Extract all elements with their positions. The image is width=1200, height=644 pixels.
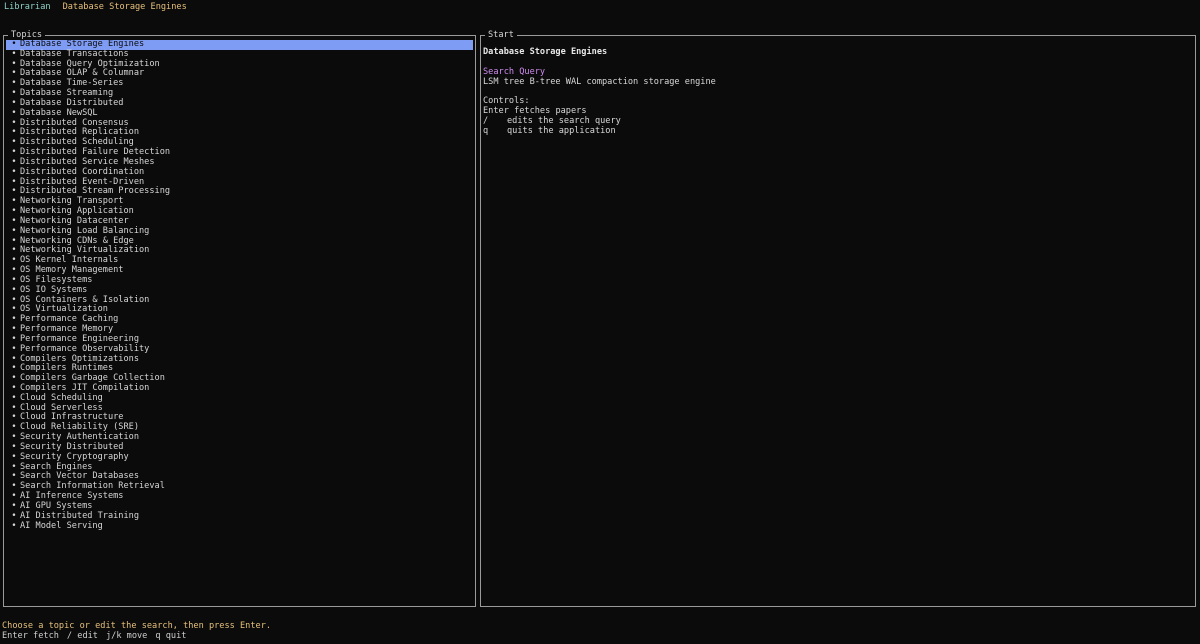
topic-label: Security Distributed	[20, 441, 124, 452]
topic-label: Database Streaming	[20, 88, 114, 99]
topic-label: Cloud Serverless	[20, 402, 103, 413]
topic-label: Database NewSQL	[20, 107, 98, 118]
topic-label: Compilers Runtimes	[20, 363, 114, 374]
current-topic-title: Database Storage Engines	[62, 2, 187, 12]
topic-label: Performance Caching	[20, 314, 119, 325]
topic-label: Networking Application	[20, 206, 134, 217]
start-panel: Start Database Storage Engines Search Qu…	[480, 30, 1196, 607]
topic-label: Networking Transport	[20, 196, 124, 207]
topic-label: Search Vector Databases	[20, 471, 139, 482]
controls-list: Enter fetches papers / edits the search q…	[483, 106, 1191, 137]
topic-label: Distributed Stream Processing	[20, 186, 171, 197]
start-content: Database Storage Engines Search Query LS…	[483, 47, 1191, 137]
control-key: Enter	[483, 106, 509, 117]
topic-label: OS IO Systems	[20, 284, 88, 295]
topic-label: OS Filesystems	[20, 274, 93, 285]
topics-list[interactable]: • Database Storage Engines • Database Trans…	[6, 39, 473, 532]
topic-label: Search Information Retrieval	[20, 481, 165, 492]
topic-label: Distributed Consensus	[20, 117, 129, 128]
topics-panel[interactable]: Topics • Database Storage Engines • Databas…	[3, 30, 476, 607]
topic-label: Database OLAP & Columnar	[20, 68, 145, 79]
topic-label: Search Engines	[20, 461, 93, 472]
topic-label: Cloud Infrastructure	[20, 412, 124, 423]
start-panel-title: Start	[485, 30, 517, 41]
keybinding-hints: Enter fetch / edit j/k move q quit	[2, 631, 1200, 641]
topic-label: Compilers JIT Compilation	[20, 382, 150, 393]
topic-label: Security Cryptography	[20, 451, 129, 462]
topic-label: Cloud Reliability (SRE)	[20, 422, 139, 433]
topic-label: OS Memory Management	[20, 265, 124, 276]
topic-label: Distributed Scheduling	[20, 137, 134, 148]
topic-label: AI Inference Systems	[20, 491, 124, 502]
topic-label: Performance Observability	[20, 343, 150, 354]
topic-label: Compilers Garbage Collection	[20, 373, 165, 384]
topic-label: OS Virtualization	[20, 304, 108, 315]
topic-label: Networking Virtualization	[20, 245, 150, 256]
topic-label: Cloud Scheduling	[20, 392, 103, 403]
topic-label: Database Time-Series	[20, 78, 124, 89]
topic-label: AI Distributed Training	[20, 510, 139, 521]
bullet-icon: •	[11, 520, 17, 531]
topic-label: AI GPU Systems	[20, 500, 93, 511]
topic-label: Networking Datacenter	[20, 215, 129, 226]
topic-label: Networking CDNs & Edge	[20, 235, 134, 246]
search-query-value[interactable]: LSM tree B-tree WAL compaction storage e…	[483, 77, 1191, 88]
topic-label: AI Model Serving	[20, 520, 103, 531]
control-desc: quits the application	[507, 126, 616, 137]
topic-label: Database Query Optimization	[20, 58, 160, 69]
topic-heading: Database Storage Engines	[483, 47, 608, 57]
topic-label: Distributed Service Meshes	[20, 156, 155, 167]
hint-quit: q quit	[155, 631, 187, 641]
title-bar: Librarian Database Storage Engines	[0, 0, 1200, 14]
control-key: q	[483, 126, 489, 137]
topic-label: Database Storage Engines	[20, 39, 145, 49]
topic-label: OS Kernel Internals	[20, 255, 119, 266]
topic-label: Performance Engineering	[20, 333, 139, 344]
topic-label: Database Distributed	[20, 97, 124, 108]
topic-label: Compilers Optimizations	[20, 353, 139, 364]
topic-label: Database Transactions	[20, 48, 129, 59]
hint-move: j/k move	[105, 631, 148, 641]
topic-label: Distributed Replication	[20, 127, 139, 138]
topic-item[interactable]: • AI Model Serving	[6, 520, 473, 532]
status-message: Choose a topic or edit the search, then …	[2, 621, 272, 631]
app-name: Librarian	[4, 2, 51, 12]
control-desc: fetches papers	[514, 106, 587, 117]
topic-label: Security Authentication	[20, 432, 139, 443]
topic-label: Networking Load Balancing	[20, 225, 150, 236]
status-footer: Choose a topic or edit the search, then …	[0, 621, 1200, 641]
topic-label: Distributed Failure Detection	[20, 147, 171, 158]
topic-label: OS Containers & Isolation	[20, 294, 150, 305]
controls-label: Controls:	[483, 96, 530, 107]
control-row: q quits the application	[483, 126, 1191, 137]
topic-label: Performance Memory	[20, 324, 114, 335]
hint-fetch: Enter fetch	[2, 631, 59, 641]
hint-edit: / edit	[66, 631, 98, 641]
topic-label: Distributed Coordination	[20, 166, 145, 177]
topic-label: Distributed Event-Driven	[20, 176, 145, 187]
